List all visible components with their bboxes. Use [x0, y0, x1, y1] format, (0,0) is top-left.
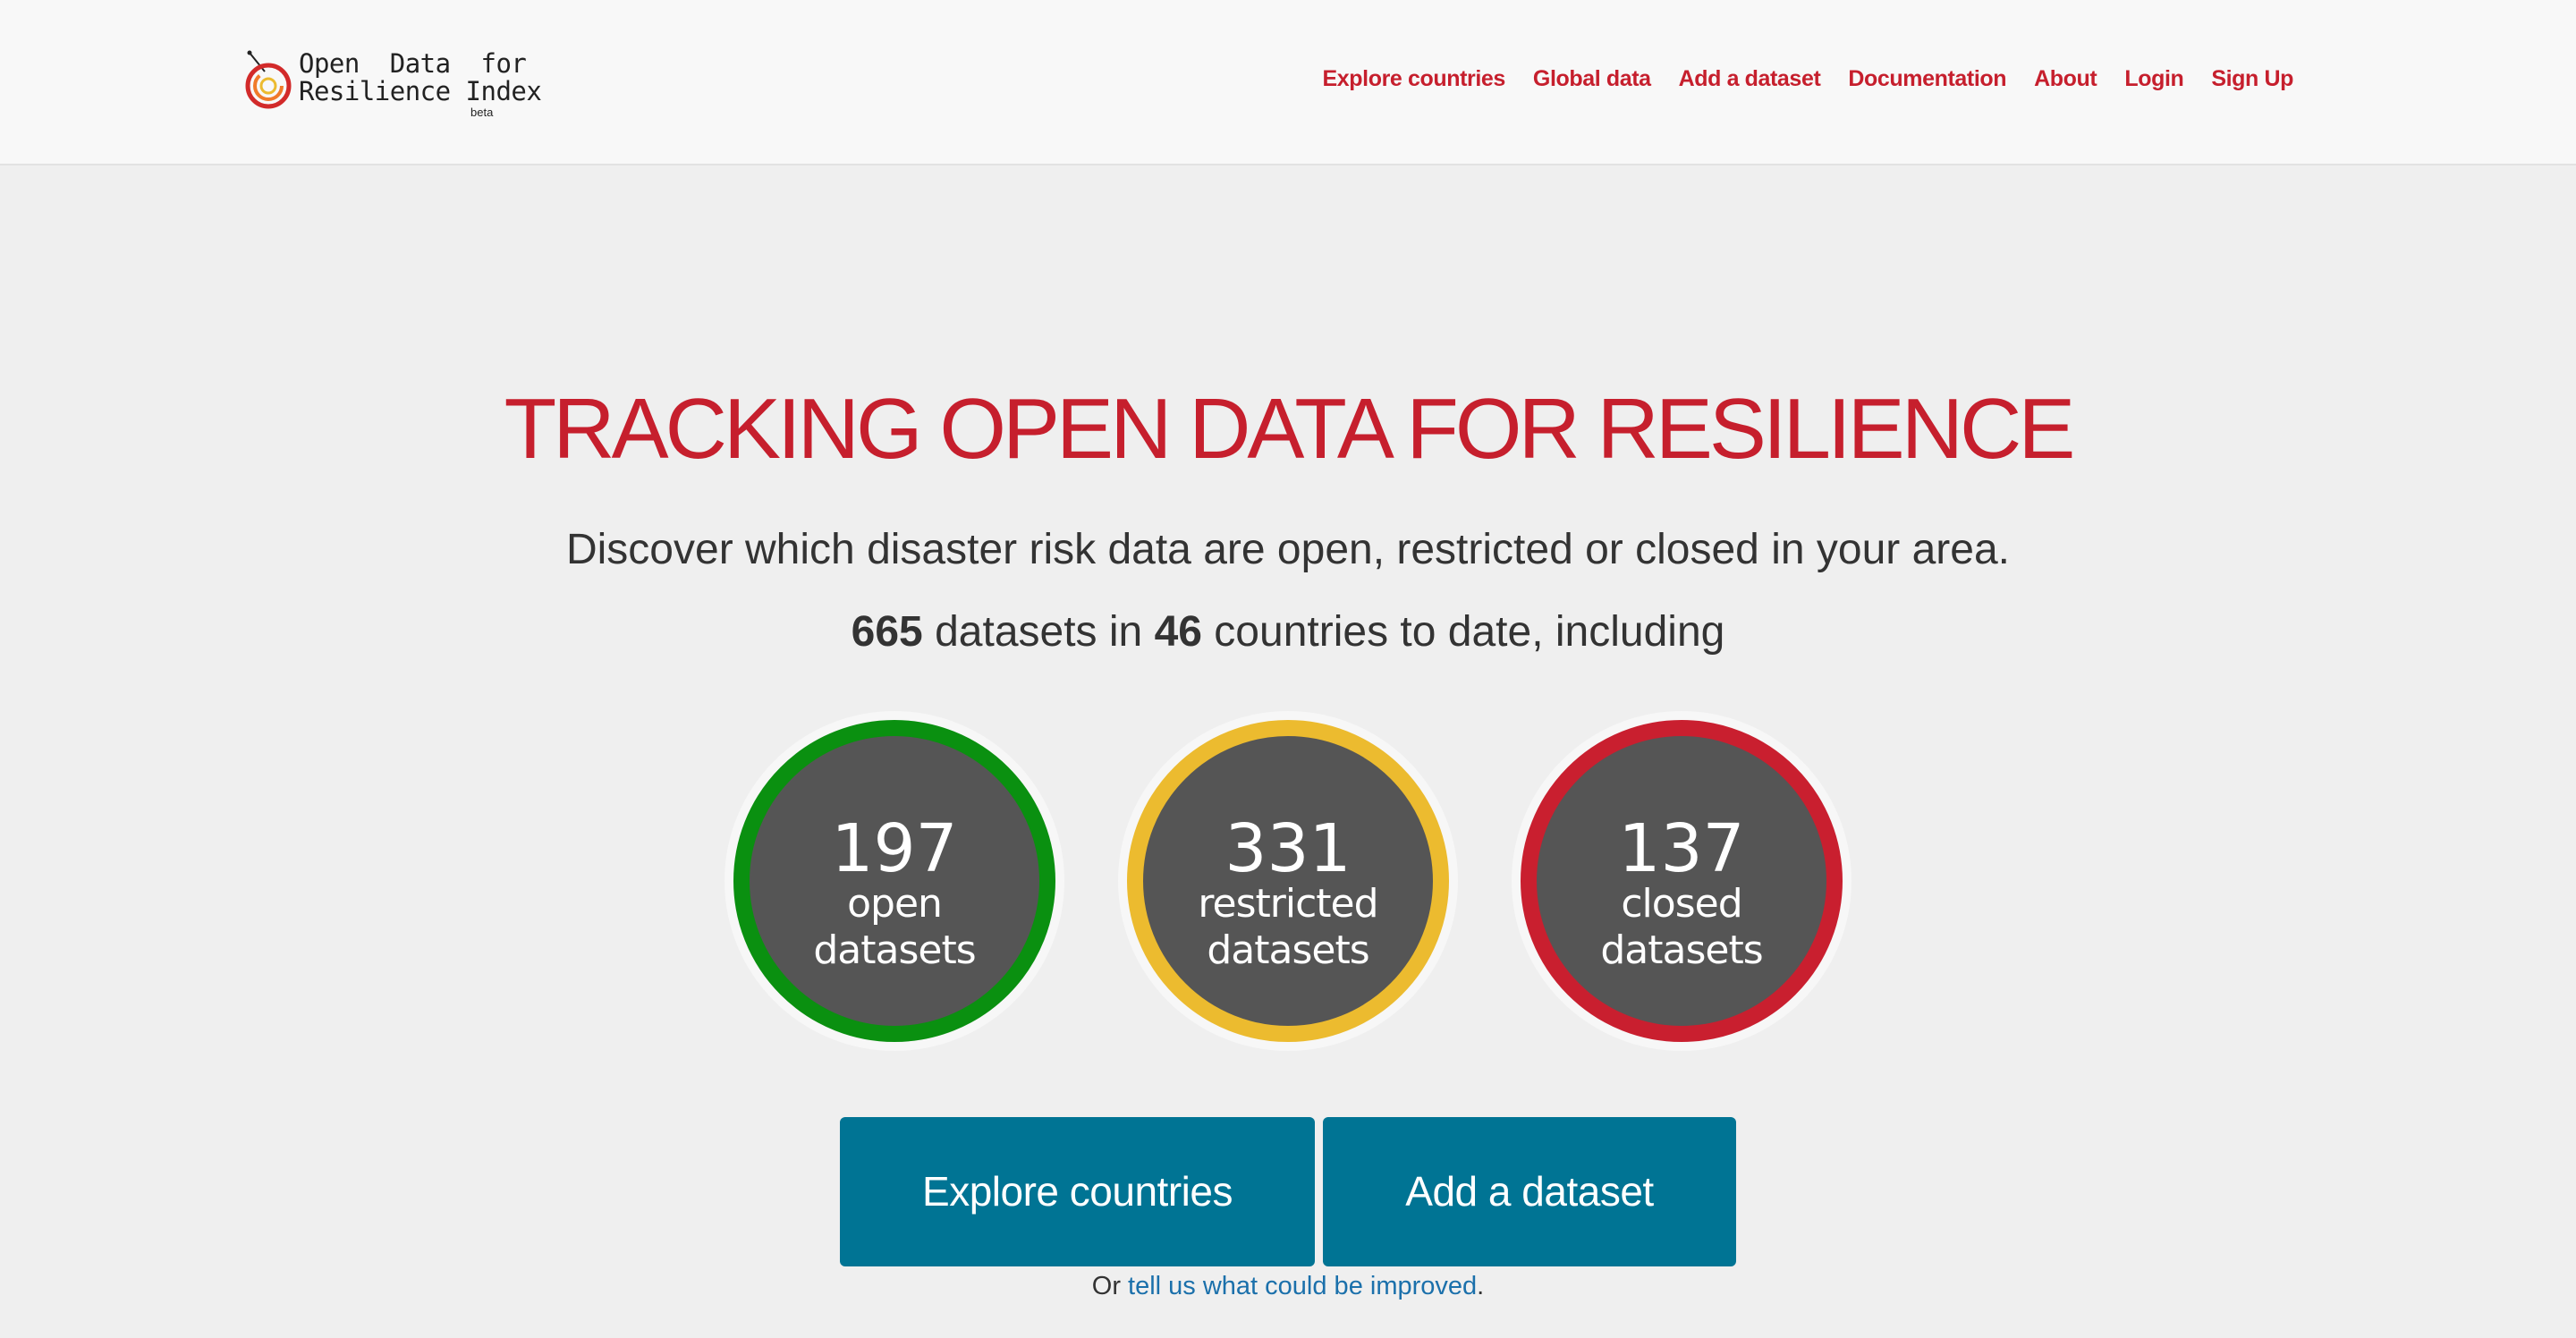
brand-line-1: Open Data for: [299, 48, 527, 79]
countries-to-date-text: countries to date, including: [1201, 608, 1725, 656]
nav-link-documentation[interactable]: Documentation: [1848, 66, 2006, 91]
feedback-prefix: Or: [1091, 1272, 1129, 1300]
restricted-datasets-label-line1: restricted: [1198, 881, 1378, 927]
explore-countries-button[interactable]: Explore countries: [840, 1117, 1315, 1266]
open-datasets-count: 197: [831, 810, 958, 887]
open-datasets-label: open datasets: [750, 881, 1039, 974]
main-nav: Explore countries Global data Add a data…: [1323, 66, 2294, 92]
closed-datasets-label-line2: datasets: [1600, 927, 1763, 973]
beta-badge: beta: [470, 106, 494, 119]
odri-logo-icon: [245, 50, 292, 109]
hero-title: TRACKING OPEN DATA FOR RESILIENCE: [504, 381, 2076, 477]
datasets-in-text: datasets in: [922, 608, 1155, 656]
restricted-datasets-label-line2: datasets: [1207, 927, 1369, 973]
hero-subtitle: Discover which disaster risk data are op…: [565, 526, 2011, 573]
nav-item-explore-countries: Explore countries: [1323, 66, 1506, 92]
restricted-datasets-circle[interactable]: 331 restricted datasets: [1127, 720, 1449, 1042]
restricted-datasets-count: 331: [1224, 810, 1352, 887]
nav-item-login: Login: [2124, 66, 2183, 92]
closed-datasets-label: closed datasets: [1537, 881, 1826, 974]
closed-datasets-count: 137: [1618, 810, 1745, 887]
nav-item-documentation: Documentation: [1848, 66, 2006, 92]
brand-line-2: Resilience Index: [299, 76, 542, 106]
nav-link-about[interactable]: About: [2034, 66, 2097, 91]
closed-datasets-circle[interactable]: 137 closed datasets: [1521, 720, 1843, 1042]
nav-link-signup[interactable]: Sign Up: [2211, 66, 2293, 91]
nav-link-global-data[interactable]: Global data: [1533, 66, 1651, 91]
nav-link-login[interactable]: Login: [2124, 66, 2183, 91]
nav-item-add-dataset: Add a dataset: [1679, 66, 1821, 92]
open-datasets-label-line1: open: [847, 881, 943, 927]
top-navbar: Open Data for Resilience Index beta Explo…: [0, 0, 2576, 165]
nav-item-signup: Sign Up: [2211, 66, 2293, 92]
add-dataset-button[interactable]: Add a dataset: [1323, 1117, 1736, 1266]
feedback-suffix: .: [1477, 1272, 1485, 1300]
closed-datasets-label-line1: closed: [1621, 881, 1742, 927]
nav-link-explore-countries[interactable]: Explore countries: [1323, 66, 1506, 91]
feedback-link[interactable]: tell us what could be improved: [1128, 1272, 1477, 1300]
countries-count: 46: [1154, 608, 1202, 656]
open-datasets-label-line2: datasets: [813, 927, 976, 973]
restricted-datasets-label: restricted datasets: [1143, 881, 1433, 974]
dataset-summary: 665 datasets in 46 countries to date, in…: [0, 605, 2576, 659]
datasets-count: 665: [851, 608, 923, 656]
brand-name: Open Data for Resilience Index: [299, 48, 542, 106]
nav-item-global-data: Global data: [1533, 66, 1651, 92]
brand-logo-link[interactable]: Open Data for Resilience Index beta: [245, 43, 542, 123]
feedback-note: Or tell us what could be improved.: [0, 1268, 2576, 1304]
nav-item-about: About: [2034, 66, 2097, 92]
open-datasets-circle[interactable]: 197 open datasets: [733, 720, 1055, 1042]
nav-link-add-dataset[interactable]: Add a dataset: [1679, 66, 1821, 91]
